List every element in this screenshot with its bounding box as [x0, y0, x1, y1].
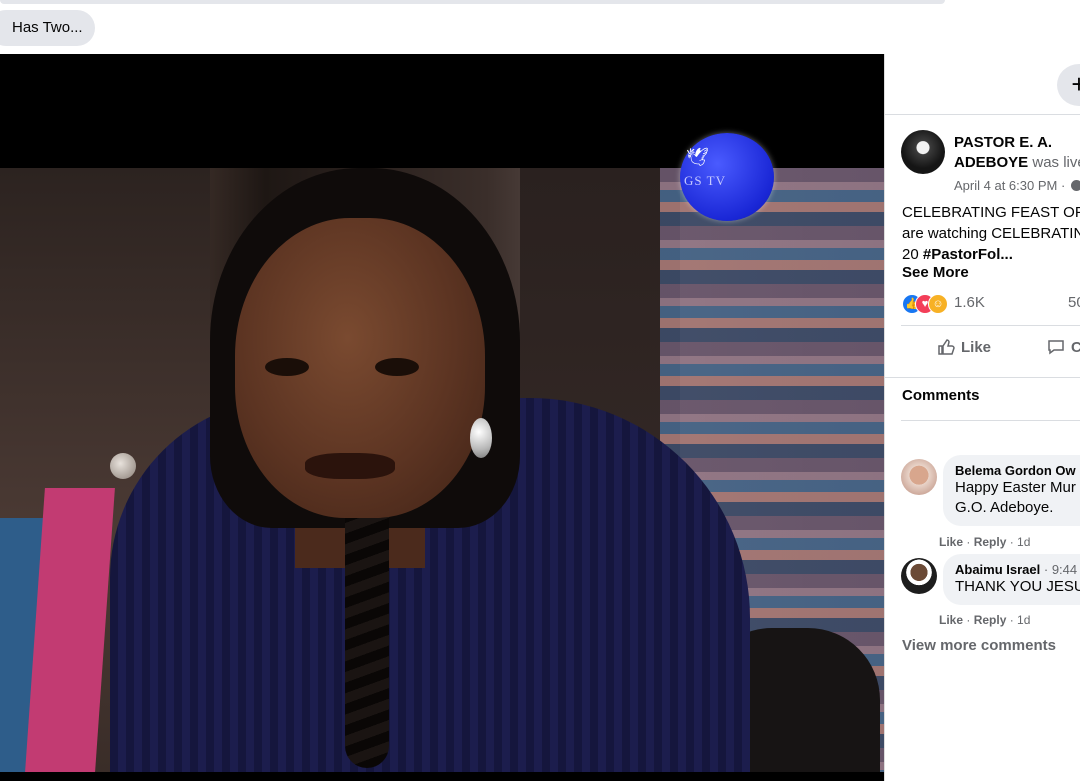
top-chip[interactable]: Has Two...: [0, 10, 95, 46]
comment-like-link[interactable]: Like: [939, 535, 963, 549]
post-side-panel: + PASTOR E. A. ADEBOYE was live April 4 …: [884, 54, 1080, 781]
commenter-name: Belema Gordon Ow: [955, 463, 1080, 478]
commenter-name: Abaimu Israel · 9:44: [955, 562, 1080, 577]
add-button[interactable]: +: [1057, 64, 1080, 106]
divider: [901, 420, 1080, 421]
view-more-comments-link[interactable]: View more comments: [902, 637, 1056, 654]
commenter-name-text[interactable]: Belema Gordon Ow: [955, 463, 1076, 478]
thumbs-up-icon: [938, 339, 955, 355]
reaction-count: 1.6K: [954, 294, 985, 311]
video-frame: [0, 168, 884, 772]
like-button[interactable]: Like: [937, 338, 991, 356]
comment-text: G.O. Adeboye.: [955, 499, 1054, 516]
earring: [470, 418, 492, 458]
post-text-line: are watching CELEBRATIN: [902, 225, 1080, 242]
commenter-avatar[interactable]: [901, 558, 937, 594]
author-avatar[interactable]: [901, 130, 945, 174]
post-text-line: CELEBRATING FEAST OF E: [902, 204, 1080, 221]
speaker-face: [235, 218, 485, 518]
speaker-eye: [375, 358, 419, 376]
post-meta: April 4 at 6:30 PM ·: [954, 178, 1080, 193]
top-scrollbar[interactable]: [0, 0, 945, 4]
top-chip-label: Has Two...: [12, 19, 83, 36]
post-text: CELEBRATING FEAST OF E are watching CELE…: [902, 202, 1080, 265]
comment-text: Happy Easter Mur: [955, 479, 1076, 496]
comment-actions: Like · Reply · 1d: [939, 535, 1031, 549]
comment-bubble: Abaimu Israel · 9:44 THANK YOU JESU: [943, 554, 1080, 605]
speaker-mouth: [305, 453, 395, 479]
comments-heading: Comments: [902, 387, 980, 404]
comment-text: THANK YOU JESU: [955, 578, 1080, 595]
channel-logo-text: GS TV: [684, 173, 726, 188]
like-button-label: Like: [961, 339, 992, 356]
divider: [901, 325, 1080, 326]
comment-reply-link[interactable]: Reply: [974, 613, 1007, 627]
comment-reply-link[interactable]: Reply: [974, 535, 1007, 549]
share-count[interactable]: 50: [1068, 294, 1080, 311]
globe-icon: [1070, 180, 1080, 191]
hashtag-link[interactable]: #PastorFol...: [923, 246, 1013, 263]
comment-icon: [1048, 340, 1064, 355]
comment-actions: Like · Reply · 1d: [939, 613, 1031, 627]
comment-time: · 9:44: [1043, 562, 1078, 577]
divider: [885, 114, 1080, 115]
speaker: [110, 168, 790, 772]
divider: [885, 377, 1080, 378]
comment-button[interactable]: C: [1047, 338, 1080, 356]
post-author: PASTOR E. A. ADEBOYE was live: [954, 133, 1080, 173]
comment-age[interactable]: 1d: [1017, 613, 1030, 627]
comment-age[interactable]: 1d: [1017, 535, 1030, 549]
see-more-link[interactable]: See More: [902, 264, 969, 281]
comment-button-label: C: [1071, 339, 1080, 356]
live-status: was live: [1032, 154, 1080, 171]
comment-bubble: Belema Gordon Ow Happy Easter Mur G.O. A…: [943, 455, 1080, 526]
speaker-eye: [265, 358, 309, 376]
channel-logo: 🕊 GS TV: [680, 133, 774, 221]
post-text-prefix: 20: [902, 246, 923, 263]
commenter-name-text[interactable]: Abaimu Israel: [955, 562, 1040, 577]
care-reaction-icon: ☺: [928, 294, 948, 314]
post-timestamp[interactable]: April 4 at 6:30 PM ·: [954, 178, 1065, 193]
comment-like-link[interactable]: Like: [939, 613, 963, 627]
commenter-avatar[interactable]: [901, 459, 937, 495]
post-text-line: 20 #PastorFol...: [902, 244, 1080, 265]
dove-icon: 🕊: [686, 147, 709, 167]
